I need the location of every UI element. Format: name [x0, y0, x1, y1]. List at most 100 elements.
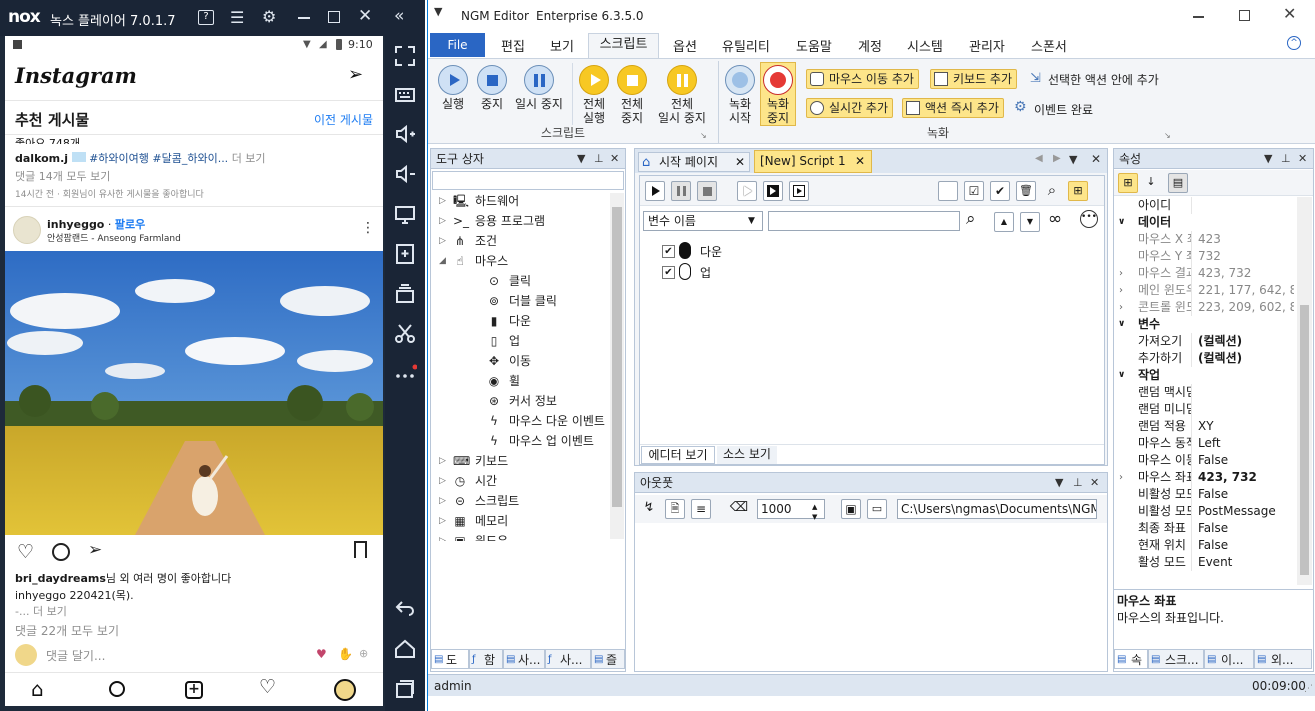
add-icon[interactable]: + — [185, 681, 203, 699]
heart-icon[interactable]: ♡ — [259, 676, 276, 698]
dialog-launcher-icon[interactable]: ↘ — [700, 131, 707, 140]
screen-icon[interactable] — [393, 202, 417, 226]
pause-icon[interactable] — [671, 181, 691, 201]
run-button[interactable]: 실행 — [434, 65, 472, 111]
properties-tab[interactable]: ▤ 외... — [1254, 649, 1312, 669]
toolbox-item[interactable]: ▮ 다운 — [431, 311, 609, 331]
folder-icon[interactable]: ▭ — [867, 499, 887, 519]
editor-view-tab[interactable]: 에디터 보기 — [641, 446, 715, 464]
stop-all-button[interactable]: 전체 중지 — [614, 65, 650, 125]
dropdown-icon[interactable]: ▼ — [1264, 149, 1272, 169]
menu-view[interactable]: 보기 — [550, 36, 574, 55]
collapsed-icon[interactable]: ▷ — [439, 211, 446, 231]
scroll-right-icon[interactable]: ▶ — [1053, 153, 1061, 164]
scroll-left-icon[interactable]: ◀ — [1035, 153, 1043, 164]
run-selected-icon[interactable] — [789, 181, 809, 201]
property-row[interactable]: 랜덤 맥시멈 — [1114, 384, 1294, 401]
property-value[interactable]: PostMessage — [1198, 503, 1294, 520]
check-all-icon[interactable]: ☑ — [964, 181, 984, 201]
delete-icon[interactable]: 🗑 — [1016, 181, 1036, 201]
toolbox-item[interactable]: ✥ 이동 — [431, 351, 609, 371]
heart-emoji-icon[interactable]: ♥ — [316, 647, 327, 661]
toolbox-item[interactable]: ⊙ 클릭 — [431, 271, 609, 291]
log-file-icon[interactable]: 🗎 — [665, 499, 685, 519]
scrollbar-thumb[interactable] — [1300, 305, 1309, 575]
view-comments-link-2[interactable]: 댓글 22개 모두 보기 — [15, 622, 119, 639]
minimize-icon[interactable] — [298, 17, 310, 19]
property-value[interactable]: 423, 732 — [1198, 265, 1294, 282]
property-value[interactable]: 423, 732 — [1198, 469, 1294, 486]
property-row[interactable]: 가져오기 (컬렉션) — [1114, 333, 1294, 350]
search-icon[interactable]: ⌕ — [1042, 181, 1062, 201]
toolbox-item[interactable]: ϟ 마우스 업 이벤트 — [431, 431, 609, 451]
search-icon[interactable]: ⌕ — [966, 209, 976, 229]
property-row[interactable]: › 메인 윈도우 221, 177, 642, 884 — [1114, 282, 1294, 299]
dialog-launcher-icon[interactable]: ↘ — [1164, 131, 1171, 140]
list-icon[interactable]: ≡ — [691, 499, 711, 519]
tree-view-icon[interactable]: ⊞ — [1068, 181, 1088, 201]
property-row[interactable]: › 콘트롤 윈도우 223, 209, 602, 882 — [1114, 299, 1294, 316]
property-row[interactable]: 아이디 — [1114, 197, 1294, 214]
collapsed-icon[interactable]: ▷ — [439, 191, 446, 211]
property-row[interactable]: 비활성 모드 False — [1114, 486, 1294, 503]
property-value[interactable]: (컬렉션) — [1198, 350, 1294, 367]
property-value[interactable]: XY — [1198, 418, 1294, 435]
clear-output-icon[interactable]: ↯ — [639, 499, 659, 519]
pin-icon[interactable]: ⊥ — [594, 149, 604, 169]
properties-tab[interactable]: ▤ 속 — [1114, 649, 1148, 669]
mouse-move-add-button[interactable]: 마우스 이동 추가 — [806, 69, 919, 89]
close-icon[interactable]: ✕ — [1283, 4, 1296, 23]
toolbox-tab[interactable]: ƒ 사... — [545, 649, 591, 669]
keyboard-icon[interactable] — [393, 83, 417, 107]
collapsed-icon[interactable]: ▷ — [439, 451, 446, 471]
record-start-button[interactable]: 녹화 시작 — [724, 65, 756, 125]
more-options-icon[interactable]: ••• — [1080, 210, 1098, 228]
post-photo[interactable] — [5, 251, 383, 535]
eraser-icon[interactable]: ⌫ — [729, 499, 749, 519]
toolbox-item[interactable]: ▷ 🖳 하드웨어 — [431, 191, 609, 211]
menu-system[interactable]: 시스템 — [907, 36, 943, 55]
ribbon-collapse-icon[interactable]: ^ — [1287, 36, 1301, 50]
close-icon[interactable]: ✕ — [855, 151, 865, 172]
property-category[interactable]: ∨ 데이터 — [1114, 214, 1294, 231]
stepper-down-icon[interactable]: ▼ — [812, 508, 817, 526]
toolbox-tab[interactable]: ƒ함 — [469, 649, 503, 669]
property-pages-icon[interactable]: ▤ — [1168, 173, 1188, 193]
move-down-icon[interactable]: ▼ — [1020, 212, 1040, 232]
close-icon[interactable]: ✕ — [610, 149, 619, 169]
tab-script-1[interactable]: [New] Script 1 ✕ — [754, 150, 872, 173]
collapsed-icon[interactable]: ▷ — [439, 531, 446, 541]
avatar[interactable] — [13, 216, 41, 244]
properties-tab[interactable]: ▤ 스크... — [1148, 649, 1204, 669]
help-icon[interactable]: ? — [198, 10, 214, 25]
toolbox-item[interactable]: ◢ ☝ 마우스 — [431, 251, 609, 271]
recent-apps-icon[interactable] — [393, 677, 417, 701]
edit-icon[interactable] — [938, 181, 958, 201]
toolbox-item[interactable]: ▷ ⋔ 조건 — [431, 231, 609, 251]
scissors-icon[interactable] — [393, 322, 417, 346]
pin-icon[interactable]: ⊥ — [1073, 473, 1083, 493]
action-checkbox[interactable]: ✔ — [662, 266, 675, 279]
toolbox-scrollbar[interactable] — [610, 193, 624, 539]
previous-posts-link[interactable]: 이전 게시물 — [314, 111, 373, 128]
record-stop-button[interactable]: 녹화 중지 — [760, 62, 796, 126]
action-item[interactable]: ✔ 다운 — [662, 242, 962, 262]
line-count-stepper[interactable]: 1000 ▲ ▼ — [757, 499, 825, 521]
event-done-button[interactable]: 이벤트 완료 — [1034, 101, 1093, 118]
toolbox-item[interactable]: ▷ ⌨ 키보드 — [431, 451, 609, 471]
toolbox-tab[interactable]: ▤ 사... — [503, 649, 545, 669]
more-options-icon[interactable]: ⋮ — [361, 220, 375, 236]
add-emoji-icon[interactable]: ⊕ — [359, 647, 368, 660]
action-now-add-button[interactable]: 액션 즉시 추가 — [902, 98, 1004, 118]
save-icon[interactable]: ▣ — [841, 499, 861, 519]
properties-tab[interactable]: ▤ 이... — [1204, 649, 1254, 669]
property-row[interactable]: 현재 위치 False — [1114, 537, 1294, 554]
property-value[interactable]: (컬렉션) — [1198, 333, 1294, 350]
toolbox-item[interactable]: ▷ ⊝ 스크립트 — [431, 491, 609, 511]
liked-by-user[interactable]: bri_daydreams — [15, 572, 106, 585]
caption-user[interactable]: dalkom.j — [15, 152, 68, 165]
properties-scrollbar[interactable] — [1297, 197, 1312, 585]
back-icon[interactable] — [393, 596, 417, 620]
move-up-icon[interactable]: ▲ — [994, 212, 1014, 232]
maximize-icon[interactable] — [1239, 10, 1250, 21]
